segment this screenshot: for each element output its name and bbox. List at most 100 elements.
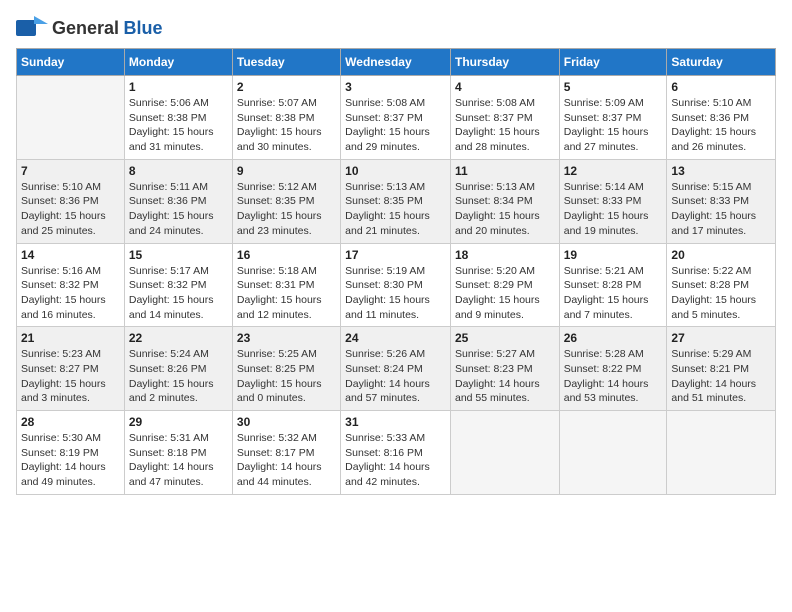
day-info: Sunrise: 5:30 AMSunset: 8:19 PMDaylight:…: [21, 431, 120, 490]
calendar-cell: 20Sunrise: 5:22 AMSunset: 8:28 PMDayligh…: [667, 243, 776, 327]
day-number: 13: [671, 164, 771, 178]
day-info: Sunrise: 5:17 AMSunset: 8:32 PMDaylight:…: [129, 264, 228, 323]
calendar-cell: 7 Sunrise: 5:10 AMSunset: 8:36 PMDaylight…: [17, 159, 125, 243]
logo-blue: Blue: [124, 18, 163, 38]
day-info: Sunrise: 5:21 AMSunset: 8:28 PMDaylight:…: [564, 264, 663, 323]
day-info: Sunrise: 5:06 AMSunset: 8:38 PMDaylight:…: [129, 96, 228, 155]
calendar-cell: 19 Sunrise: 5:21 AMSunset: 8:28 PMDayligh…: [559, 243, 667, 327]
day-number: 30: [237, 415, 336, 429]
logo-icon: [16, 16, 48, 40]
day-info: Sunrise: 5:27 AMSunset: 8:23 PMDaylight:…: [455, 347, 555, 406]
day-info: Sunrise: 5:22 AMSunset: 8:28 PMDaylight:…: [671, 264, 771, 323]
calendar-cell: 18 Sunrise: 5:20 AMSunset: 8:29 PMDayligh…: [450, 243, 559, 327]
day-info: Sunrise: 5:20 AMSunset: 8:29 PMDaylight:…: [455, 264, 555, 323]
day-info: Sunrise: 5:08 AMSunset: 8:37 PMDaylight:…: [345, 96, 446, 155]
calendar-cell: 21Sunrise: 5:23 AMSunset: 8:27 PMDayligh…: [17, 327, 125, 411]
calendar-cell: 3 Sunrise: 5:08 AMSunset: 8:37 PMDaylight…: [341, 76, 451, 160]
calendar-header-friday: Friday: [559, 49, 667, 76]
day-info: Sunrise: 5:31 AMSunset: 8:18 PMDaylight:…: [129, 431, 228, 490]
calendar-cell: 12 Sunrise: 5:14 AMSunset: 8:33 PMDayligh…: [559, 159, 667, 243]
day-number: 25: [455, 331, 555, 345]
day-number: 6: [671, 80, 771, 94]
day-info: Sunrise: 5:15 AMSunset: 8:33 PMDaylight:…: [671, 180, 771, 239]
day-info: Sunrise: 5:33 AMSunset: 8:16 PMDaylight:…: [345, 431, 446, 490]
day-number: 7: [21, 164, 120, 178]
day-info: Sunrise: 5:12 AMSunset: 8:35 PMDaylight:…: [237, 180, 336, 239]
calendar-cell: 29 Sunrise: 5:31 AMSunset: 8:18 PMDayligh…: [124, 411, 232, 495]
day-number: 8: [129, 164, 228, 178]
header: General Blue: [16, 16, 776, 40]
day-number: 15: [129, 248, 228, 262]
calendar-cell: [667, 411, 776, 495]
calendar-header-row: SundayMondayTuesdayWednesdayThursdayFrid…: [17, 49, 776, 76]
day-number: 10: [345, 164, 446, 178]
day-info: Sunrise: 5:10 AMSunset: 8:36 PMDaylight:…: [21, 180, 120, 239]
day-number: 4: [455, 80, 555, 94]
calendar-cell: 13 Sunrise: 5:15 AMSunset: 8:33 PMDayligh…: [667, 159, 776, 243]
calendar-header-tuesday: Tuesday: [232, 49, 340, 76]
calendar-cell: 15 Sunrise: 5:17 AMSunset: 8:32 PMDayligh…: [124, 243, 232, 327]
day-number: 5: [564, 80, 663, 94]
day-info: Sunrise: 5:16 AMSunset: 8:32 PMDaylight:…: [21, 264, 120, 323]
calendar-cell: 24 Sunrise: 5:26 AMSunset: 8:24 PMDayligh…: [341, 327, 451, 411]
calendar-cell: 25 Sunrise: 5:27 AMSunset: 8:23 PMDayligh…: [450, 327, 559, 411]
day-number: 26: [564, 331, 663, 345]
calendar-cell: 26 Sunrise: 5:28 AMSunset: 8:22 PMDayligh…: [559, 327, 667, 411]
calendar-header-sunday: Sunday: [17, 49, 125, 76]
calendar-week-row: 14 Sunrise: 5:16 AMSunset: 8:32 PMDayligh…: [17, 243, 776, 327]
calendar-header-wednesday: Wednesday: [341, 49, 451, 76]
day-number: 11: [455, 164, 555, 178]
calendar-cell: 11 Sunrise: 5:13 AMSunset: 8:34 PMDayligh…: [450, 159, 559, 243]
calendar-cell: [17, 76, 125, 160]
day-number: 3: [345, 80, 446, 94]
day-number: 12: [564, 164, 663, 178]
day-info: Sunrise: 5:25 AMSunset: 8:25 PMDaylight:…: [237, 347, 336, 406]
calendar-cell: 1 Sunrise: 5:06 AMSunset: 8:38 PMDaylight…: [124, 76, 232, 160]
day-info: Sunrise: 5:18 AMSunset: 8:31 PMDaylight:…: [237, 264, 336, 323]
calendar-cell: 23 Sunrise: 5:25 AMSunset: 8:25 PMDayligh…: [232, 327, 340, 411]
calendar-cell: 31 Sunrise: 5:33 AMSunset: 8:16 PMDayligh…: [341, 411, 451, 495]
calendar-cell: 27Sunrise: 5:29 AMSunset: 8:21 PMDayligh…: [667, 327, 776, 411]
day-number: 24: [345, 331, 446, 345]
day-info: Sunrise: 5:07 AMSunset: 8:38 PMDaylight:…: [237, 96, 336, 155]
calendar-cell: 2 Sunrise: 5:07 AMSunset: 8:38 PMDaylight…: [232, 76, 340, 160]
day-number: 16: [237, 248, 336, 262]
logo-general: General: [52, 18, 119, 38]
day-info: Sunrise: 5:13 AMSunset: 8:34 PMDaylight:…: [455, 180, 555, 239]
day-number: 9: [237, 164, 336, 178]
day-number: 29: [129, 415, 228, 429]
day-number: 18: [455, 248, 555, 262]
calendar-cell: 14 Sunrise: 5:16 AMSunset: 8:32 PMDayligh…: [17, 243, 125, 327]
day-number: 14: [21, 248, 120, 262]
calendar-header-monday: Monday: [124, 49, 232, 76]
day-info: Sunrise: 5:29 AMSunset: 8:21 PMDaylight:…: [671, 347, 771, 406]
calendar-week-row: 21Sunrise: 5:23 AMSunset: 8:27 PMDayligh…: [17, 327, 776, 411]
day-info: Sunrise: 5:11 AMSunset: 8:36 PMDaylight:…: [129, 180, 228, 239]
calendar-cell: 9 Sunrise: 5:12 AMSunset: 8:35 PMDaylight…: [232, 159, 340, 243]
calendar-cell: 16 Sunrise: 5:18 AMSunset: 8:31 PMDayligh…: [232, 243, 340, 327]
calendar-week-row: 1 Sunrise: 5:06 AMSunset: 8:38 PMDaylight…: [17, 76, 776, 160]
calendar-cell: [450, 411, 559, 495]
calendar-cell: 22Sunrise: 5:24 AMSunset: 8:26 PMDayligh…: [124, 327, 232, 411]
day-number: 19: [564, 248, 663, 262]
logo: General Blue: [16, 16, 163, 40]
calendar-cell: [559, 411, 667, 495]
day-number: 23: [237, 331, 336, 345]
day-info: Sunrise: 5:19 AMSunset: 8:30 PMDaylight:…: [345, 264, 446, 323]
calendar-cell: 30Sunrise: 5:32 AMSunset: 8:17 PMDayligh…: [232, 411, 340, 495]
calendar-cell: 10Sunrise: 5:13 AMSunset: 8:35 PMDayligh…: [341, 159, 451, 243]
calendar-week-row: 7 Sunrise: 5:10 AMSunset: 8:36 PMDaylight…: [17, 159, 776, 243]
day-number: 1: [129, 80, 228, 94]
day-number: 28: [21, 415, 120, 429]
day-info: Sunrise: 5:26 AMSunset: 8:24 PMDaylight:…: [345, 347, 446, 406]
calendar-cell: 4Sunrise: 5:08 AMSunset: 8:37 PMDaylight…: [450, 76, 559, 160]
day-number: 2: [237, 80, 336, 94]
calendar-table: SundayMondayTuesdayWednesdayThursdayFrid…: [16, 48, 776, 495]
day-info: Sunrise: 5:09 AMSunset: 8:37 PMDaylight:…: [564, 96, 663, 155]
day-info: Sunrise: 5:28 AMSunset: 8:22 PMDaylight:…: [564, 347, 663, 406]
calendar-cell: 5 Sunrise: 5:09 AMSunset: 8:37 PMDaylight…: [559, 76, 667, 160]
day-info: Sunrise: 5:14 AMSunset: 8:33 PMDaylight:…: [564, 180, 663, 239]
calendar-header-thursday: Thursday: [450, 49, 559, 76]
day-number: 31: [345, 415, 446, 429]
day-number: 17: [345, 248, 446, 262]
